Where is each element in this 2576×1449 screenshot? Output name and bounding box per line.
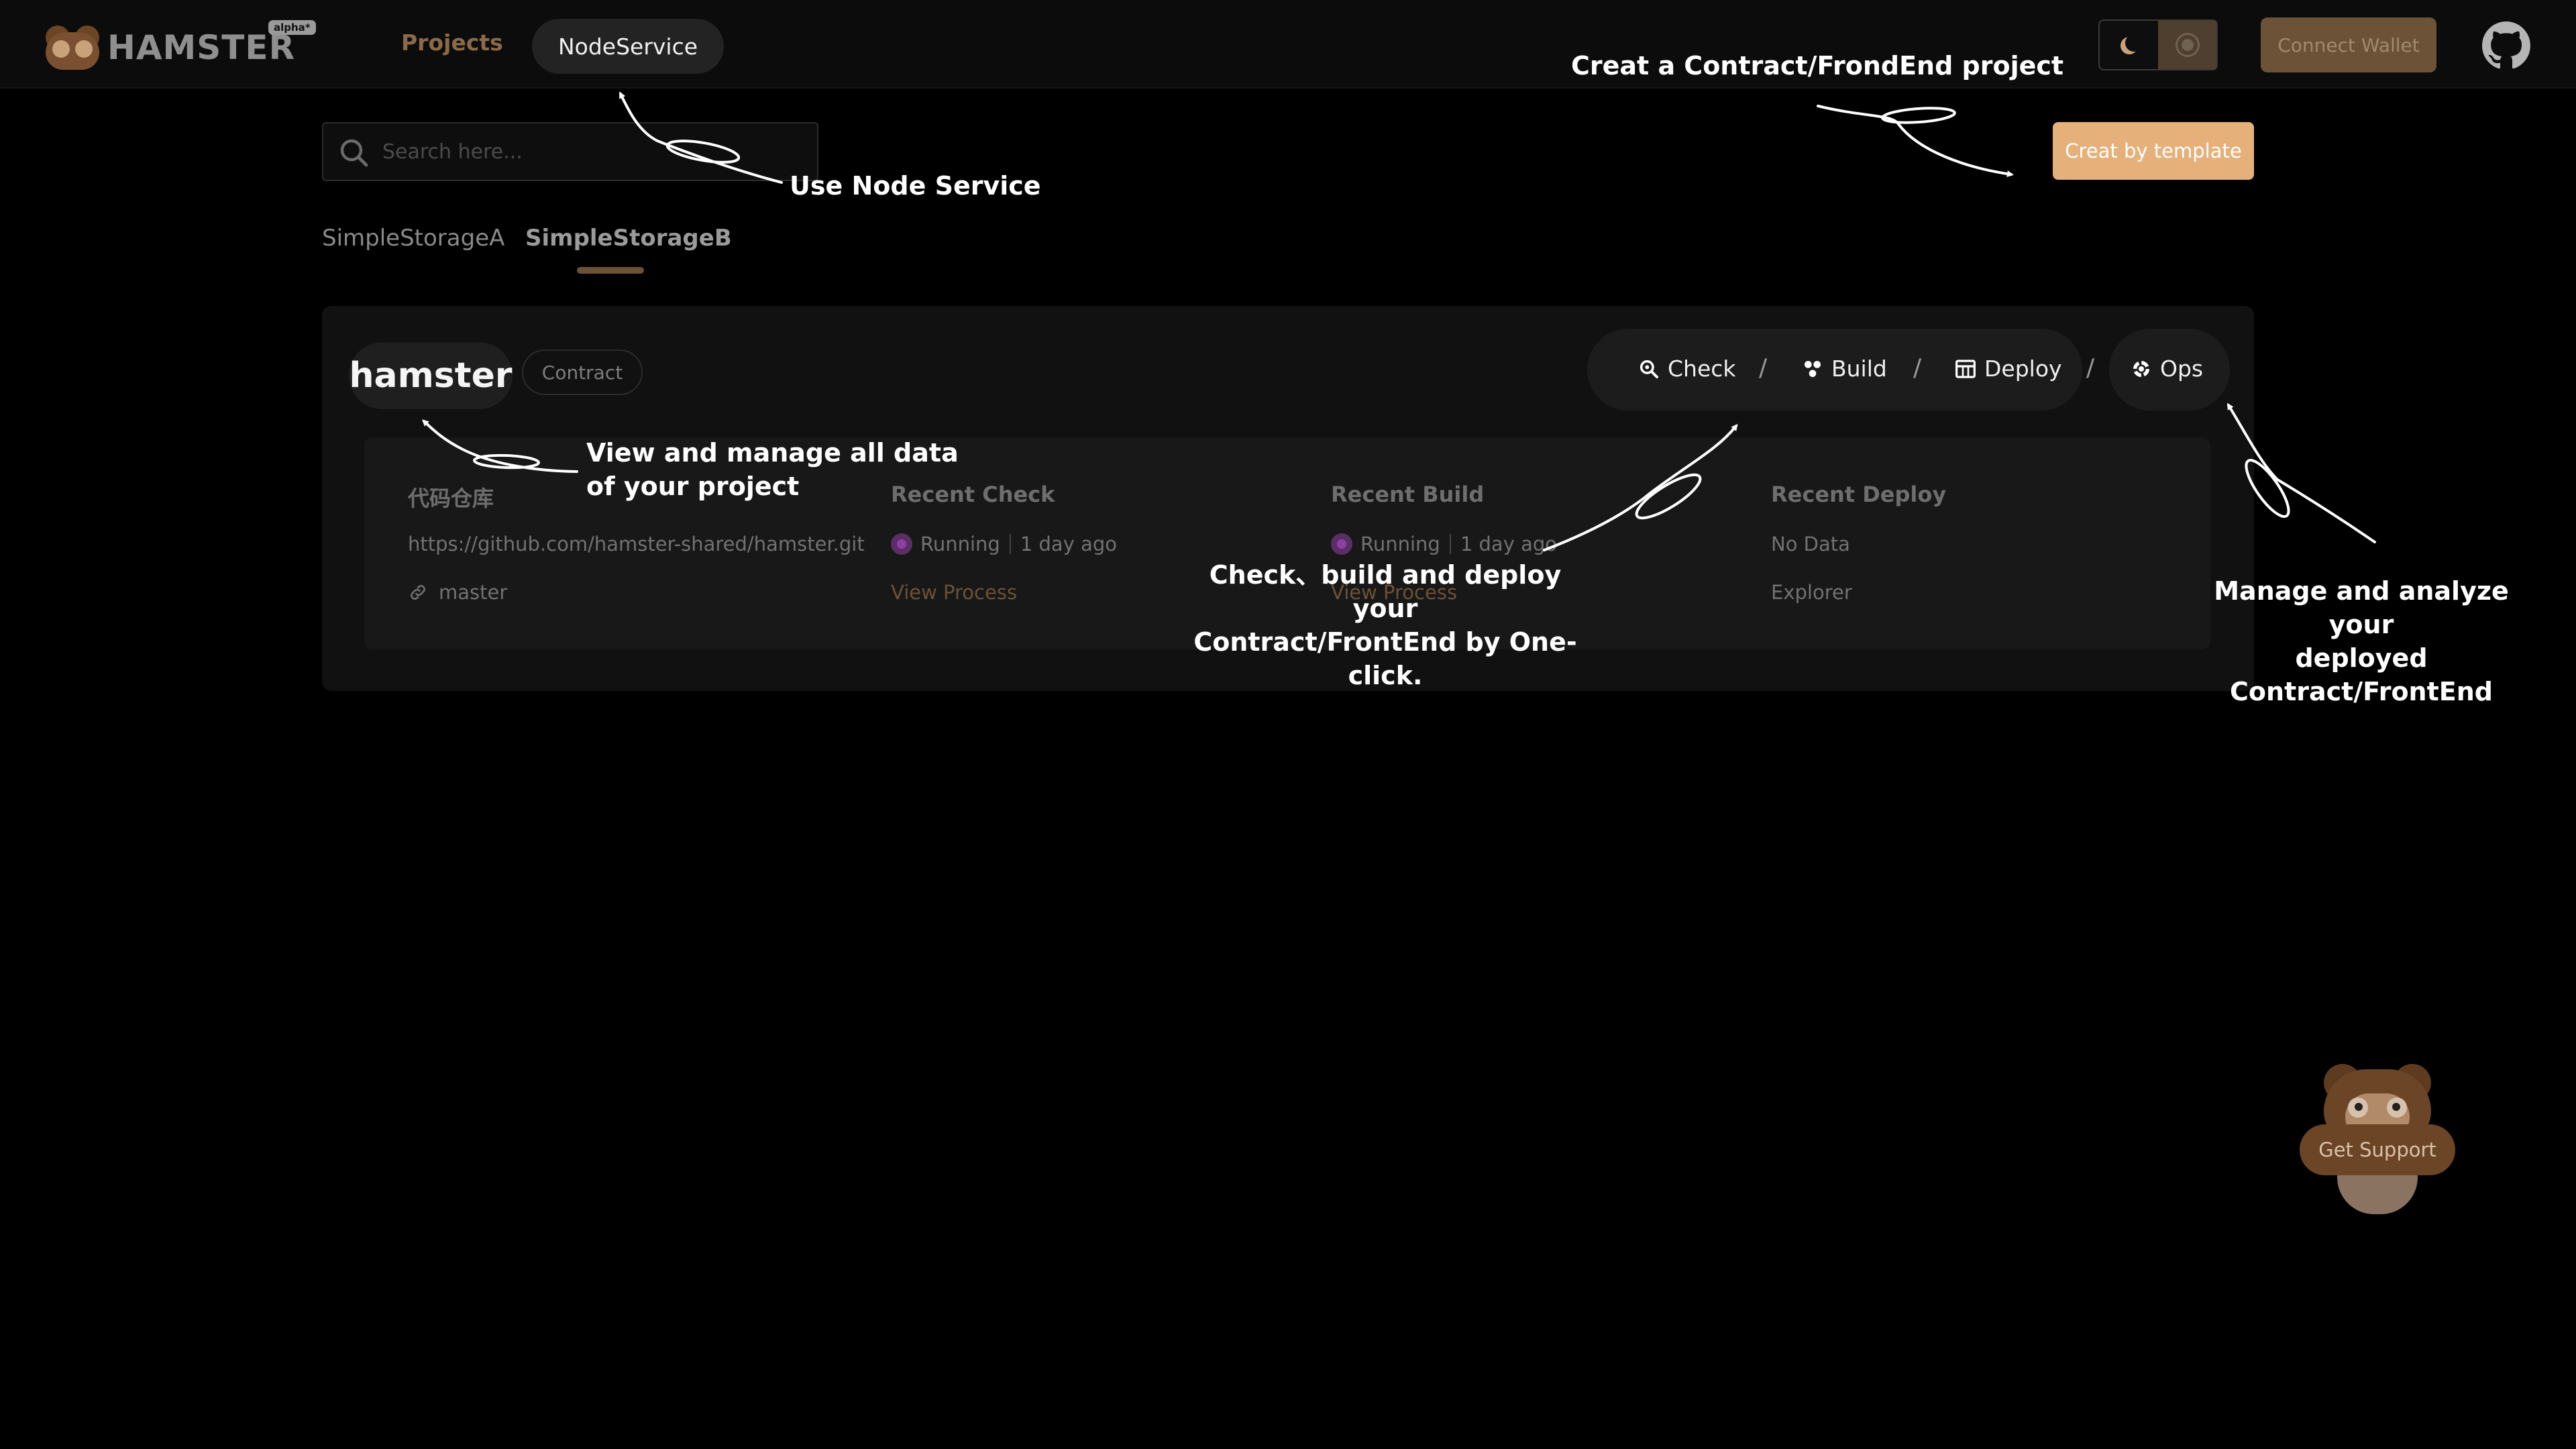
ops-button[interactable]: Ops xyxy=(2131,356,2203,382)
repo-url[interactable]: https://github.com/hamster-shared/hamste… xyxy=(408,533,865,555)
deploy-button[interactable]: Deploy xyxy=(1955,356,2062,382)
project-type-badge: Contract xyxy=(522,350,643,395)
annotation-view-line1: View and manage all data xyxy=(586,438,959,468)
annotation-view-line2: of your project xyxy=(586,472,800,501)
nav-projects[interactable]: Projects xyxy=(401,30,503,56)
nav-node-service[interactable]: NodeService xyxy=(532,19,724,74)
build-button[interactable]: Build xyxy=(1802,356,1887,382)
branch-info: master xyxy=(408,581,507,604)
annotation-create: Creat a Contract/FrondEnd project xyxy=(1571,51,2064,80)
annotation-view-manage: View and manage all data of your project xyxy=(586,436,959,503)
moon-icon xyxy=(2125,34,2143,52)
annotation-ops-line1: Manage and analyze your xyxy=(2214,576,2509,639)
logo-text: HAMSTER xyxy=(107,28,296,67)
search-box[interactable] xyxy=(322,122,818,181)
github-icon[interactable] xyxy=(2482,21,2530,70)
action-separator: / xyxy=(2086,354,2095,382)
light-theme-button[interactable] xyxy=(2158,21,2216,69)
deploy-label: Deploy xyxy=(1984,356,2062,382)
annotation-pipeline-line2: Contract/FrontEnd by One-click. xyxy=(1193,627,1577,690)
project-name[interactable]: hamster xyxy=(349,342,513,409)
deploy-icon xyxy=(1955,359,1976,378)
tab-simplestoragea[interactable]: SimpleStorageA xyxy=(322,225,504,252)
recent-check-status: Running 1 day ago xyxy=(891,533,1117,555)
check-view-process-link[interactable]: View Process xyxy=(891,581,1017,604)
hamster-logo-icon xyxy=(42,25,103,70)
theme-toggle[interactable] xyxy=(2098,19,2218,70)
link-icon xyxy=(411,585,425,600)
annotation-ops: Manage and analyze your deployed Contrac… xyxy=(2180,574,2542,708)
get-support-label[interactable]: Get Support xyxy=(2300,1124,2455,1175)
recent-build-status: Running 1 day ago xyxy=(1331,533,1557,555)
get-support-widget[interactable]: Get Support xyxy=(2300,1060,2455,1218)
tab-simplestorageb[interactable]: SimpleStorageB xyxy=(525,225,732,252)
annotation-pipeline: Check、build and deploy your Contract/Fro… xyxy=(1181,558,1590,692)
annotation-pipeline-line1: Check、build and deploy your xyxy=(1209,560,1562,623)
create-by-template-button[interactable]: Creat by template xyxy=(2053,122,2254,180)
branch-name: master xyxy=(439,581,508,604)
build-label: Build xyxy=(1831,356,1887,382)
check-status-text: Running xyxy=(920,533,1000,555)
search-icon xyxy=(340,139,368,167)
check-label: Check xyxy=(1668,356,1736,382)
check-search-icon xyxy=(1640,360,1658,378)
dark-theme-button[interactable] xyxy=(2100,21,2158,69)
build-status-text: Running xyxy=(1360,533,1440,555)
action-separator: / xyxy=(1759,354,1768,382)
annotation-ops-line2: deployed Contract/FrontEnd xyxy=(2230,643,2493,706)
deploy-status-text: No Data xyxy=(1771,533,1850,555)
alpha-badge: alpha* xyxy=(268,20,316,35)
ops-icon xyxy=(2133,360,2149,377)
annotation-arrows xyxy=(422,91,2376,551)
ops-label: Ops xyxy=(2160,356,2204,382)
annotation-node-service: Use Node Service xyxy=(790,171,1041,201)
explorer-link[interactable]: Explorer xyxy=(1771,581,1852,604)
build-icon xyxy=(1805,360,1821,377)
app-logo[interactable]: HAMSTER xyxy=(42,25,295,70)
check-button[interactable]: Check xyxy=(1638,356,1736,382)
running-icon xyxy=(1331,533,1352,555)
connect-wallet-button[interactable]: Connect Wallet xyxy=(2261,17,2436,72)
search-input[interactable] xyxy=(382,123,798,180)
recent-deploy-header: Recent Deploy xyxy=(1771,482,1947,507)
active-tab-indicator xyxy=(577,267,644,274)
repo-header: 代码仓库 xyxy=(408,486,494,511)
action-separator: / xyxy=(1913,354,1922,382)
running-icon xyxy=(891,533,912,555)
recent-build-header: Recent Build xyxy=(1331,482,1485,507)
build-time: 1 day ago xyxy=(1460,533,1557,555)
sun-icon xyxy=(2181,39,2194,51)
check-time: 1 day ago xyxy=(1020,533,1117,555)
